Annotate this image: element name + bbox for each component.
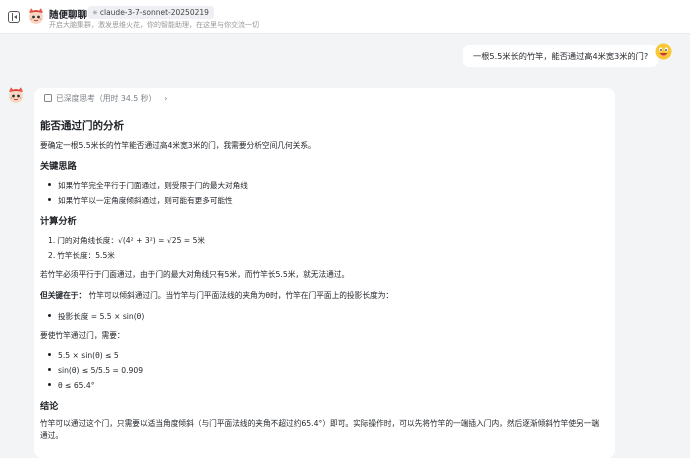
- sidebar-toggle-icon[interactable]: [8, 11, 20, 23]
- parallel-paragraph: 若竹竿必须平行于门面通过，由于门的最大对角线只有5米，而竹竿长5.5米，就无法通…: [40, 270, 350, 279]
- list-item: 投影长度 = 5.5 × sin(θ): [48, 311, 144, 322]
- need-paragraph: 要使竹竿通过门，需要：: [40, 331, 125, 340]
- conclusion-paragraph: 竹竿可以通过这个门，只需要以适当角度倾斜（与门平面法线的夹角不超过约65.4°）…: [40, 419, 600, 440]
- thinking-toggle[interactable]: 已深度思考（用时 34.5 秒） ›: [38, 91, 168, 107]
- list-item: 如果竹竿完全平行于门面通过，则受限于门的最大对角线: [48, 180, 248, 191]
- model-icon: ✳: [92, 9, 98, 17]
- list-item: 1. 门的对角线长度：√(4² + 3²) = √25 = 5米: [48, 236, 206, 245]
- list-item: θ ≤ 65.4°: [48, 381, 95, 390]
- chat-header: 随便聊聊 ✳ claude-3-7-sonnet-20250219 开启大脑集群，…: [0, 0, 690, 34]
- list-item: 5.5 × sin(θ) ≤ 5: [48, 351, 119, 360]
- answer-heading: 能否通过门的分析: [40, 120, 124, 132]
- list-item: 如果竹竿以一定角度倾斜通过，则可能有更多可能性: [48, 195, 233, 206]
- assistant-message-avatar-icon: [7, 86, 25, 104]
- list-item: sin(θ) ≤ 5/5.5 = 0.909: [48, 366, 143, 375]
- user-message-bubble: 一根5.5米长的竹竿，能否通过高4米宽3米的门?: [463, 45, 659, 67]
- thinking-label: 已深度思考（用时 34.5 秒）: [56, 94, 157, 103]
- assistant-avatar-icon: [27, 7, 45, 25]
- intro-paragraph: 要确定一根5.5米长的竹竿能否通过高4米宽3米的门，我需要分析空间几何关系。: [40, 141, 316, 150]
- key-paragraph: 但关键在于： 竹竿可以倾斜通过门。当竹竿与门平面法线的夹角为θ时，竹竿在门平面上…: [40, 291, 394, 300]
- model-name: claude-3-7-sonnet-20250219: [99, 8, 209, 17]
- section-heading-conclusion: 结论: [40, 401, 59, 412]
- model-badge[interactable]: ✳ claude-3-7-sonnet-20250219: [88, 6, 214, 19]
- thinking-icon: [44, 94, 52, 102]
- chat-subtitle: 开启大脑集群，激发思维火花，你的智能助理，在这里与你交流一切: [49, 21, 259, 29]
- list-item: 2. 竹竿长度：5.5米: [48, 251, 115, 260]
- section-heading-idea: 关键思路: [40, 161, 77, 172]
- chevron-right-icon: ›: [164, 94, 168, 103]
- section-heading-calc: 计算分析: [40, 216, 77, 227]
- chat-title: 随便聊聊: [49, 10, 88, 21]
- user-avatar-icon: [655, 43, 672, 60]
